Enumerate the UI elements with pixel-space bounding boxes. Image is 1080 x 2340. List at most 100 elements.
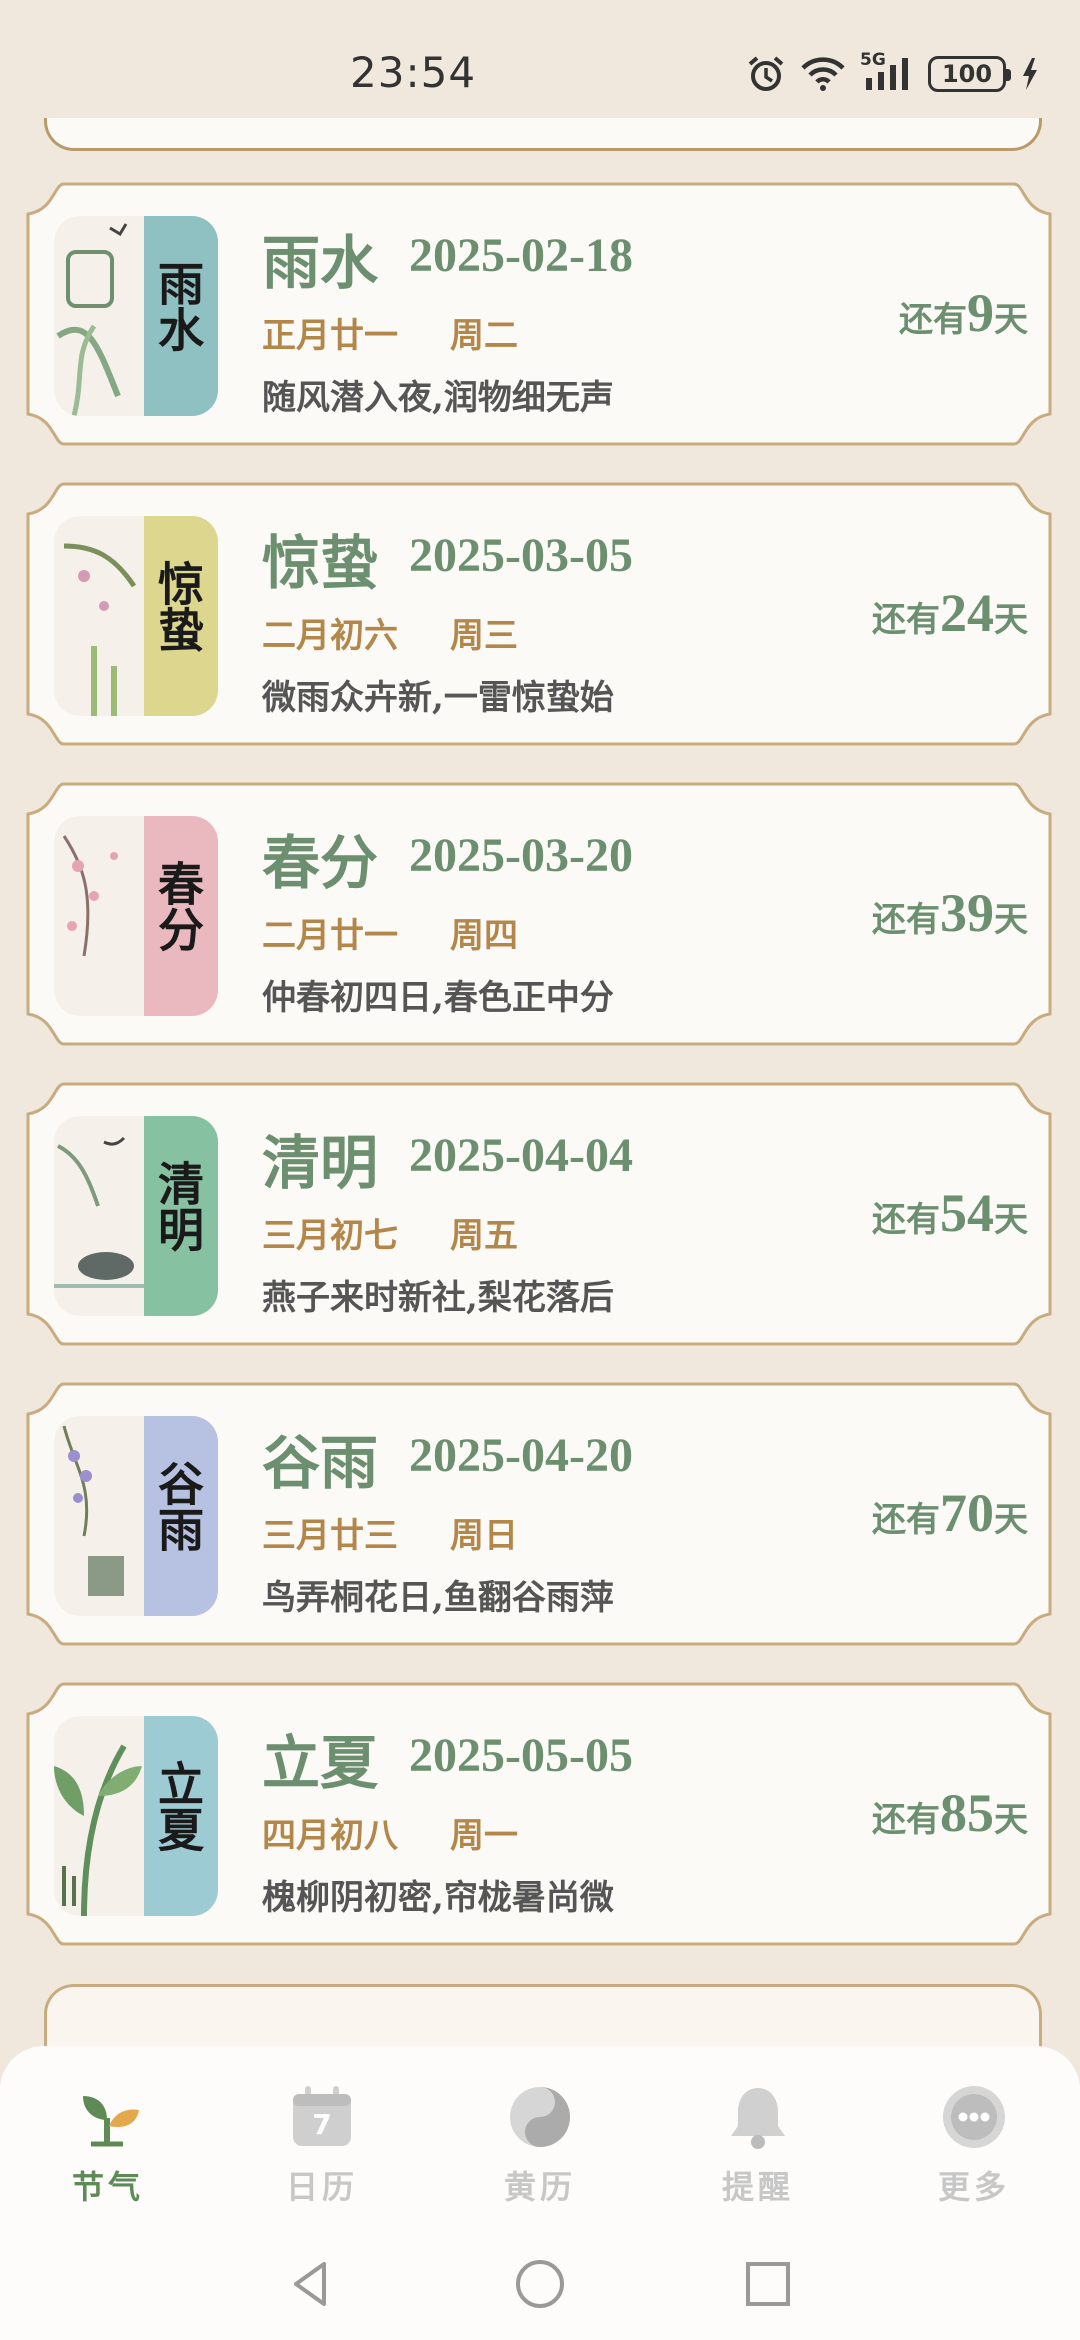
solar-term-card[interactable]: 谷雨 谷雨 2025-04-20 三月廿三 周日 鸟弄桐花日,鱼翻谷雨萍 还有70天 bbox=[24, 1380, 1054, 1648]
recents-button[interactable] bbox=[738, 2254, 798, 2314]
countdown: 还有70天 bbox=[872, 1482, 1028, 1544]
countdown: 还有9天 bbox=[899, 282, 1028, 344]
solar-term-thumbnail: 谷雨 bbox=[54, 1416, 218, 1616]
term-date: 2025-05-05 bbox=[409, 1729, 633, 1782]
solar-term-thumbnail: 清明 bbox=[54, 1116, 218, 1316]
lunar-date: 二月廿一 bbox=[262, 916, 398, 956]
countdown-prefix: 还有 bbox=[899, 300, 967, 340]
solar-term-card[interactable]: 雨水 雨水 2025-02-18 正月廿一 周二随风潜入夜,润物细无声 还有9天 bbox=[24, 180, 1054, 448]
countdown-days: 54 bbox=[940, 1183, 994, 1243]
countdown-suffix: 天 bbox=[994, 900, 1028, 940]
solar-term-thumbnail: 立夏 bbox=[54, 1716, 218, 1916]
tab-calendar[interactable]: 7 日历 bbox=[252, 2082, 392, 2212]
calligraphy-text: 春分 bbox=[151, 860, 205, 952]
thumbnail-painting bbox=[54, 1716, 144, 1916]
countdown-suffix: 天 bbox=[994, 1500, 1028, 1540]
recents-icon bbox=[746, 2262, 790, 2306]
sprout-icon bbox=[73, 2082, 143, 2152]
weekday: 周日 bbox=[450, 1516, 518, 1556]
countdown-prefix: 还有 bbox=[872, 600, 940, 640]
wifi-icon bbox=[801, 57, 845, 91]
calligraphy-text: 惊蛰 bbox=[151, 560, 205, 652]
term-date: 2025-03-05 bbox=[409, 529, 633, 582]
term-name: 谷雨 bbox=[262, 1429, 379, 1497]
calendar-day: 7 bbox=[312, 2108, 332, 2141]
calligraphy-text: 清明 bbox=[151, 1160, 205, 1252]
term-date: 2025-03-20 bbox=[409, 829, 633, 882]
calligraphy-text: 雨水 bbox=[151, 260, 205, 352]
poem-line: 随风潜入夜,润物细无声 bbox=[262, 378, 614, 418]
system-nav-bar bbox=[0, 2230, 1080, 2340]
status-time: 23:54 bbox=[350, 48, 477, 97]
weekday: 周一 bbox=[450, 1816, 518, 1856]
back-icon bbox=[294, 2262, 326, 2306]
thumbnail-painting bbox=[54, 816, 144, 1016]
battery-indicator: 100 bbox=[928, 56, 1011, 92]
tab-more[interactable]: 更多 bbox=[904, 2082, 1044, 2212]
solar-term-card[interactable]: 春分 春分 2025-03-20 二月廿一 周四仲春初四日,春色正中分 还有39天 bbox=[24, 780, 1054, 1048]
countdown: 还有85天 bbox=[872, 1782, 1028, 1844]
countdown-suffix: 天 bbox=[994, 1800, 1028, 1840]
poem-line: 微雨众卉新,一雷惊蛰始 bbox=[262, 678, 614, 718]
home-button[interactable] bbox=[510, 2254, 570, 2314]
countdown: 还有24天 bbox=[872, 582, 1028, 644]
weekday: 周三 bbox=[450, 616, 518, 656]
term-name: 惊蛰 bbox=[262, 529, 379, 597]
thumbnail-painting bbox=[54, 1416, 144, 1616]
countdown-prefix: 还有 bbox=[872, 1500, 940, 1540]
poem-line: 仲春初四日,春色正中分 bbox=[262, 978, 614, 1018]
solar-term-card[interactable]: 清明 清明 2025-04-04 三月初七 周五 燕子来时新社,梨花落后 还有54天 bbox=[24, 1080, 1054, 1348]
term-name: 雨水 bbox=[262, 229, 379, 297]
countdown-days: 24 bbox=[940, 583, 994, 643]
solar-term-card[interactable]: 惊蛰 惊蛰 2025-03-05 二月初六 周三微雨众卉新,一雷惊蛰始 还有24天 bbox=[24, 480, 1054, 748]
term-name: 立夏 bbox=[262, 1729, 379, 1797]
solar-term-card[interactable]: 立夏 立夏 2025-05-05 四月初八 周一 槐柳阴初密,帘栊暑尚微 还有85天 bbox=[24, 1680, 1054, 1948]
countdown-days: 9 bbox=[967, 283, 994, 343]
weekday: 周二 bbox=[450, 316, 518, 356]
bottom-nav: 节气 7 日历 黄历 提醒 更多 bbox=[0, 2046, 1080, 2230]
countdown-prefix: 还有 bbox=[872, 900, 940, 940]
countdown-days: 70 bbox=[940, 1483, 994, 1543]
more-icon bbox=[939, 2082, 1009, 2152]
tab-label: 更多 bbox=[937, 2168, 1010, 2206]
countdown-days: 39 bbox=[940, 883, 994, 943]
charging-icon bbox=[1023, 58, 1037, 90]
back-button[interactable] bbox=[280, 2254, 340, 2314]
solar-term-thumbnail: 惊蛰 bbox=[54, 516, 218, 716]
solar-term-thumbnail: 春分 bbox=[54, 816, 218, 1016]
countdown-suffix: 天 bbox=[994, 1200, 1028, 1240]
tab-almanac[interactable]: 黄历 bbox=[470, 2082, 610, 2212]
tab-label: 节气 bbox=[71, 2168, 144, 2206]
thumbnail-painting bbox=[54, 216, 144, 416]
term-date: 2025-04-04 bbox=[409, 1129, 633, 1182]
term-date: 2025-04-20 bbox=[409, 1429, 633, 1482]
weekday: 周四 bbox=[450, 916, 518, 956]
taiji-icon bbox=[505, 2082, 575, 2152]
tab-label: 提醒 bbox=[721, 2168, 794, 2206]
tab-label: 黄历 bbox=[503, 2168, 576, 2206]
lunar-date: 二月初六 bbox=[262, 616, 398, 656]
tab-reminder[interactable]: 提醒 bbox=[688, 2082, 828, 2212]
weekday: 周五 bbox=[450, 1216, 518, 1256]
calligraphy-text: 立夏 bbox=[151, 1760, 205, 1852]
countdown: 还有39天 bbox=[872, 882, 1028, 944]
home-icon bbox=[516, 2260, 564, 2308]
status-bar: 23:54 5G 100 bbox=[0, 0, 1080, 130]
countdown-suffix: 天 bbox=[994, 600, 1028, 640]
lunar-date: 三月廿三 bbox=[262, 1516, 398, 1556]
alarm-icon bbox=[748, 56, 784, 91]
bell-icon bbox=[723, 2082, 793, 2152]
countdown-prefix: 还有 bbox=[872, 1800, 940, 1840]
thumbnail-painting bbox=[54, 516, 144, 716]
lunar-date: 四月初八 bbox=[262, 1816, 398, 1856]
calligraphy-text: 谷雨 bbox=[151, 1460, 205, 1552]
lunar-date: 正月廿一 bbox=[262, 316, 398, 356]
term-name: 清明 bbox=[262, 1129, 379, 1197]
previous-card-edge bbox=[44, 118, 1042, 151]
calendar-icon: 7 bbox=[287, 2082, 357, 2152]
term-date: 2025-02-18 bbox=[409, 229, 633, 282]
term-name: 春分 bbox=[262, 829, 379, 897]
tab-solar-terms[interactable]: 节气 bbox=[38, 2082, 178, 2212]
countdown-prefix: 还有 bbox=[872, 1200, 940, 1240]
countdown-suffix: 天 bbox=[994, 300, 1028, 340]
